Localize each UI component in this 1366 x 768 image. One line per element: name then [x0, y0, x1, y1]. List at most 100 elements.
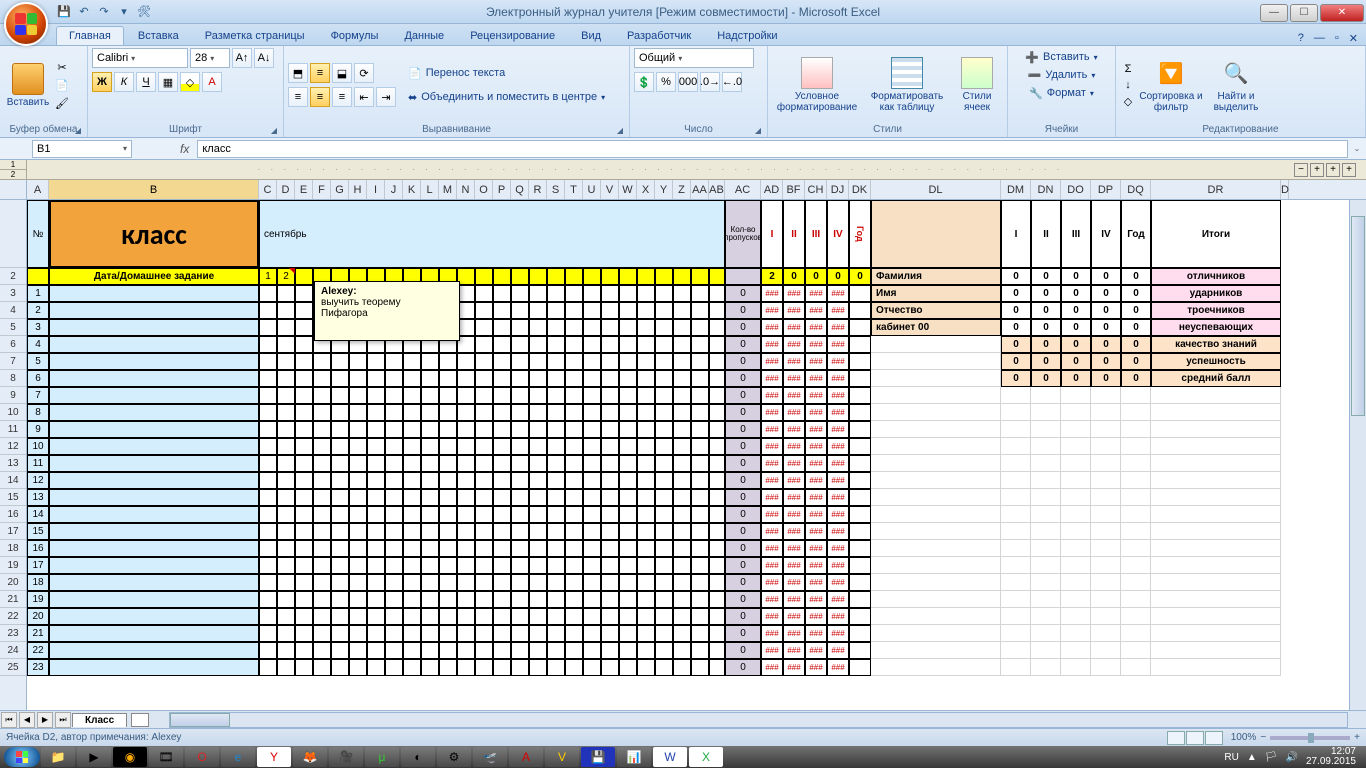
cell[interactable]: 2 [27, 302, 49, 319]
cell[interactable] [313, 506, 331, 523]
cell[interactable] [1001, 591, 1031, 608]
cell[interactable] [49, 285, 259, 302]
cell[interactable]: 0 [1121, 302, 1151, 319]
cell[interactable] [871, 591, 1001, 608]
taskbar-app6-icon[interactable]: 📊 [617, 747, 651, 767]
cell[interactable] [871, 659, 1001, 676]
cell[interactable] [1151, 591, 1281, 608]
cell[interactable]: 3 [27, 319, 49, 336]
cell[interactable] [457, 404, 475, 421]
col-header[interactable]: AB [709, 180, 725, 199]
cell[interactable] [547, 659, 565, 676]
cell[interactable] [295, 421, 313, 438]
cell[interactable]: 0 [725, 608, 761, 625]
col-header[interactable]: O [475, 180, 493, 199]
cell[interactable] [349, 353, 367, 370]
cell[interactable] [1121, 472, 1151, 489]
sheet-nav-first-icon[interactable]: ⏮ [1, 712, 17, 728]
col-header[interactable]: M [439, 180, 457, 199]
cell[interactable] [547, 404, 565, 421]
cell[interactable] [277, 319, 295, 336]
cell[interactable]: 9 [27, 421, 49, 438]
cell[interactable] [637, 642, 655, 659]
cell[interactable]: 5 [27, 353, 49, 370]
cell[interactable] [709, 574, 725, 591]
cell[interactable] [493, 540, 511, 557]
cell[interactable] [1061, 404, 1091, 421]
cell[interactable]: ### [783, 557, 805, 574]
cell[interactable] [313, 574, 331, 591]
col-header[interactable]: J [385, 180, 403, 199]
cell[interactable] [1001, 574, 1031, 591]
cell[interactable] [871, 200, 1001, 268]
cell[interactable] [259, 319, 277, 336]
col-header[interactable]: BF [783, 180, 805, 199]
copy-icon[interactable]: 📄 [54, 77, 70, 93]
cell[interactable]: 0 [1091, 370, 1121, 387]
cell[interactable] [1001, 642, 1031, 659]
cell[interactable] [583, 404, 601, 421]
cell[interactable]: III [805, 200, 827, 268]
cell[interactable] [583, 557, 601, 574]
cell[interactable] [457, 489, 475, 506]
cell[interactable] [619, 506, 637, 523]
cell[interactable]: ### [805, 489, 827, 506]
cell[interactable]: ### [805, 421, 827, 438]
cell[interactable] [403, 387, 421, 404]
taskbar-ie-icon[interactable]: e [221, 747, 255, 767]
cell[interactable] [529, 472, 547, 489]
cell[interactable] [49, 353, 259, 370]
cell[interactable] [583, 319, 601, 336]
cell[interactable]: 0 [725, 319, 761, 336]
cell[interactable] [457, 506, 475, 523]
cell[interactable] [295, 591, 313, 608]
cell[interactable] [619, 336, 637, 353]
cell[interactable]: троечников [1151, 302, 1281, 319]
cell[interactable] [583, 608, 601, 625]
cell[interactable] [1031, 659, 1061, 676]
italic-button[interactable]: К [114, 72, 134, 92]
cell[interactable] [259, 404, 277, 421]
cell[interactable] [367, 591, 385, 608]
cell[interactable]: 0 [1121, 353, 1151, 370]
cell[interactable] [583, 336, 601, 353]
cell[interactable] [601, 319, 619, 336]
cell[interactable] [49, 404, 259, 421]
cell[interactable] [277, 387, 295, 404]
cell[interactable]: 0 [1031, 336, 1061, 353]
taskbar-mpc-icon[interactable]: 🎞 [149, 747, 183, 767]
start-button[interactable] [4, 747, 40, 767]
cell[interactable] [385, 421, 403, 438]
cell[interactable] [871, 387, 1001, 404]
cell[interactable] [331, 574, 349, 591]
cell[interactable] [403, 506, 421, 523]
clear-icon[interactable]: ◇ [1120, 93, 1136, 109]
cell[interactable] [547, 608, 565, 625]
help-icon[interactable]: ? [1298, 32, 1304, 45]
cell[interactable] [1151, 608, 1281, 625]
cell[interactable] [637, 438, 655, 455]
cell[interactable] [457, 557, 475, 574]
cell[interactable] [349, 438, 367, 455]
cell[interactable] [511, 438, 529, 455]
cell[interactable] [1001, 455, 1031, 472]
cell[interactable] [673, 302, 691, 319]
cell[interactable]: 0 [1061, 336, 1091, 353]
tab-insert[interactable]: Вставка [126, 27, 191, 45]
cell[interactable] [403, 591, 421, 608]
cell[interactable]: ### [761, 404, 783, 421]
cell[interactable] [27, 268, 49, 285]
cell[interactable] [619, 642, 637, 659]
taskbar-save-icon[interactable]: 💾 [581, 747, 615, 767]
col-header[interactable]: T [565, 180, 583, 199]
cell[interactable] [385, 370, 403, 387]
cell[interactable] [655, 370, 673, 387]
cell[interactable] [295, 302, 313, 319]
cell[interactable] [655, 489, 673, 506]
cell[interactable] [565, 523, 583, 540]
cell[interactable] [871, 642, 1001, 659]
cell[interactable] [277, 659, 295, 676]
cell[interactable] [277, 642, 295, 659]
cell[interactable] [421, 557, 439, 574]
new-sheet-button[interactable] [131, 713, 149, 727]
